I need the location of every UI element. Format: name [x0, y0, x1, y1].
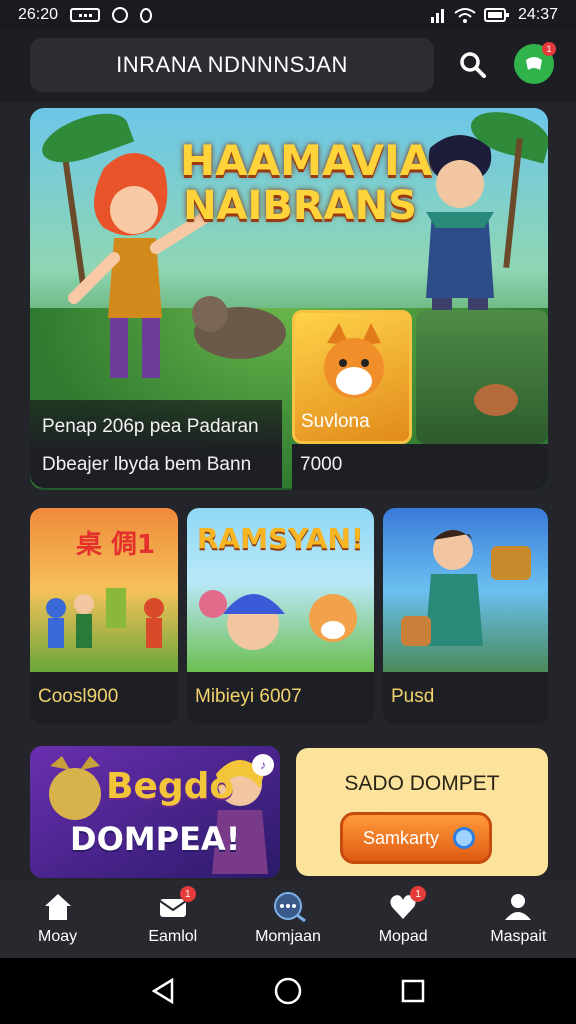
home-circle-icon [274, 977, 302, 1005]
mail-icon: 1 [158, 886, 196, 922]
promo-right-banner: SADO DOMPET Samkarty [296, 748, 548, 876]
recents-button[interactable] [393, 971, 433, 1011]
beast-creature [192, 296, 286, 359]
coin-icon [453, 827, 475, 849]
nav-item-chat-search[interactable]: Momjaan [230, 880, 345, 958]
game-card-art: 桌 倜1 [30, 508, 178, 672]
hero-caption-right[interactable]: 7000 [292, 444, 548, 490]
status-clock-right: 24:37 [517, 6, 558, 23]
hero-title-line2: NAIBRANS [183, 183, 417, 229]
nav-item-profile[interactable]: Maspait [461, 880, 576, 958]
profile-button[interactable]: 1 [514, 42, 556, 84]
hero-caption-right-value: 7000 [300, 454, 343, 475]
nav-label: Maspait [490, 928, 547, 945]
chat-search-icon [273, 892, 306, 923]
wolf-mascot [49, 756, 101, 820]
app-title: INRANA NDNNNSJAN [116, 52, 348, 77]
signal-icon [430, 9, 444, 23]
wifi-icon [454, 8, 476, 23]
game-card[interactable]: 桌 倜1 Coosl900 [30, 508, 178, 724]
promo-left-title: Begdo [106, 766, 235, 807]
app-title-field[interactable]: INRANA NDNNNSJAN [30, 38, 434, 92]
game-card[interactable]: RAMSYAN! Mibieyi 6007 [187, 508, 374, 724]
back-button[interactable] [143, 971, 183, 1011]
cute-characters-art [199, 590, 357, 650]
message-notification-icon [70, 8, 101, 22]
bottom-nav: Moay 1 Eamlol Momjaan 1 Mopad Maspait [0, 880, 576, 958]
status-left: 26:20 [18, 6, 153, 24]
game-card-art-title: 桌 倜1 [76, 530, 156, 560]
forest-card[interactable] [416, 310, 548, 444]
recents-square-icon [402, 979, 425, 1003]
profile-badge: 1 [542, 42, 556, 56]
nav-badge: 1 [179, 886, 196, 902]
info-icon[interactable]: ♪ [252, 754, 274, 776]
hero-caption-left[interactable]: Penap 206p pea Padaran Dbeajer lbyda bem… [30, 400, 282, 488]
game-card[interactable]: Pusd [383, 508, 548, 724]
status-bar: 26:20 24:37 [0, 0, 576, 30]
location-icon [140, 7, 153, 23]
system-navigation-bar [0, 958, 576, 1024]
game-card-art: RAMSYAN! [187, 508, 374, 672]
nav-label: Eamlol [148, 928, 198, 945]
game-card-label: Coosl900 [38, 686, 119, 707]
game-card-label: Pusd [391, 686, 435, 707]
hero-caption-left-subtitle: Dbeajer lbyda bem Bann [42, 454, 252, 475]
warriors-art [46, 588, 164, 648]
fox-card[interactable]: Suvlona [292, 310, 412, 444]
hero-title-line1: HAAMAVIA [180, 136, 433, 185]
nav-badge: 1 [410, 886, 427, 902]
game-card-label: Mibieyi 6007 [195, 686, 302, 707]
game-controller-icon [526, 57, 542, 70]
claim-button-label: Samkarty [363, 827, 440, 848]
game-card-art-title: RAMSYAN! [197, 522, 364, 555]
sync-icon [112, 7, 129, 23]
content-area: HAAMAVIA NAIBRANS Penap 206p pea Padaran… [0, 102, 576, 880]
battery-icon [483, 8, 509, 22]
home-button[interactable] [268, 971, 308, 1011]
heart-chat-icon: 1 [388, 886, 427, 922]
nav-label: Momjaan [255, 928, 321, 945]
nav-item-home[interactable]: Moay [0, 880, 115, 958]
warrior-boy-art [401, 530, 531, 646]
nav-item-mail[interactable]: 1 Eamlol [115, 880, 230, 958]
game-card-art [383, 508, 548, 672]
search-button[interactable] [452, 44, 492, 84]
home-icon [43, 892, 73, 922]
hero-caption-left-title: Penap 206p pea Padaran [42, 416, 259, 437]
promo-left-subtitle: DOMPEA! [70, 820, 241, 858]
back-triangle-icon [151, 978, 173, 1004]
status-right: 24:37 [430, 6, 558, 24]
person-icon [503, 892, 533, 922]
app-bar: INRANA NDNNNSJAN 1 [0, 30, 576, 102]
nav-item-messages[interactable]: 1 Mopad [346, 880, 461, 958]
promo-right-title: SADO DOMPET [344, 772, 500, 795]
nav-label: Moay [38, 928, 78, 945]
nav-label: Mopad [378, 928, 428, 945]
fox-card-label: Suvlona [301, 411, 370, 432]
claim-button[interactable]: Samkarty [340, 812, 492, 864]
hero-title: HAAMAVIA NAIBRANS [180, 136, 433, 229]
critter-icon [474, 384, 518, 416]
search-icon [460, 52, 486, 78]
status-time: 26:20 [18, 6, 59, 23]
promo-left-banner[interactable]: Begdo DOMPEA! ♪ [30, 746, 280, 878]
fox-character [324, 323, 384, 398]
